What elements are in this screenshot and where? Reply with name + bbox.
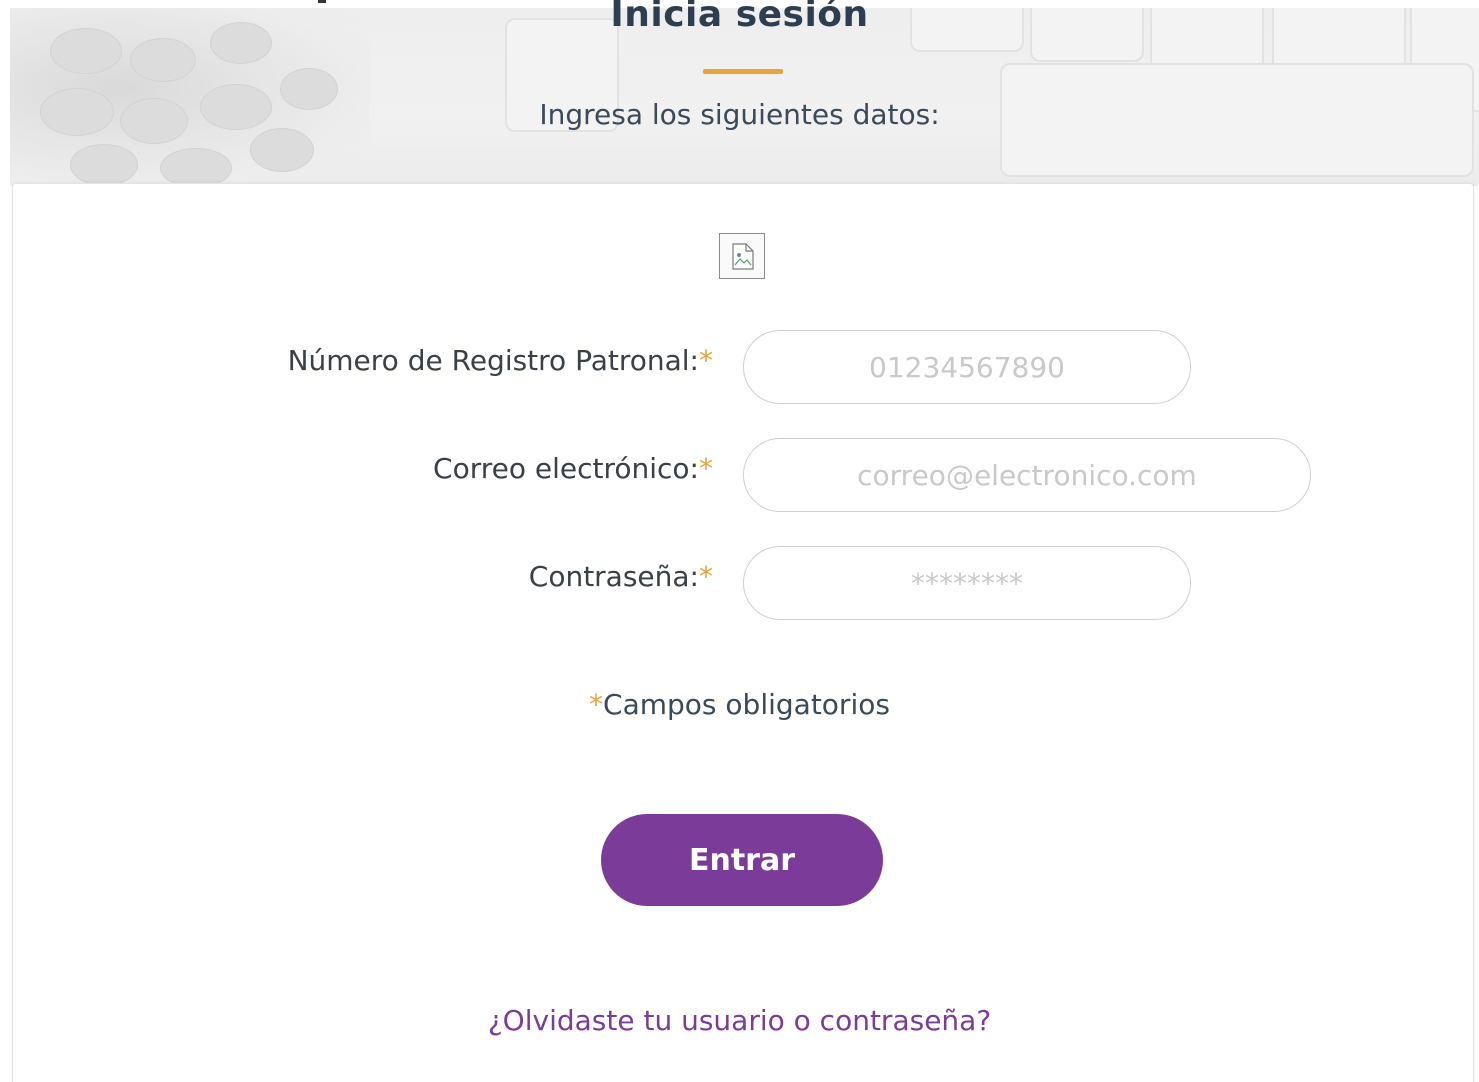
password-field[interactable] bbox=[743, 546, 1191, 620]
title-underline bbox=[703, 69, 783, 74]
forgot-credentials-link[interactable]: ¿Olvidaste tu usuario o contraseña? bbox=[0, 1004, 1479, 1037]
required-asterisk: * bbox=[699, 452, 713, 485]
submit-button[interactable]: Entrar bbox=[601, 814, 883, 906]
password-input[interactable] bbox=[744, 547, 1190, 619]
email-label: Correo electrónico:* bbox=[433, 452, 713, 485]
registro-patronal-field[interactable] bbox=[743, 330, 1191, 404]
required-asterisk: * bbox=[589, 688, 604, 721]
login-card bbox=[12, 183, 1474, 1082]
email-input[interactable] bbox=[744, 439, 1310, 511]
registro-patronal-input[interactable] bbox=[744, 331, 1190, 403]
required-asterisk: * bbox=[699, 344, 713, 377]
required-fields-note: *Campos obligatorios bbox=[589, 688, 890, 721]
broken-image-icon bbox=[719, 233, 765, 279]
page-title: Inicia sesión bbox=[610, 0, 869, 35]
page-subtitle: Ingresa los siguientes datos: bbox=[539, 98, 940, 131]
password-label: Contraseña:* bbox=[528, 560, 713, 593]
required-asterisk: * bbox=[699, 560, 713, 593]
registro-patronal-label: Número de Registro Patronal:* bbox=[287, 344, 713, 377]
email-field[interactable] bbox=[743, 438, 1311, 512]
login-page: Inicia sesión Ingresa los siguientes dat… bbox=[0, 0, 1479, 1082]
